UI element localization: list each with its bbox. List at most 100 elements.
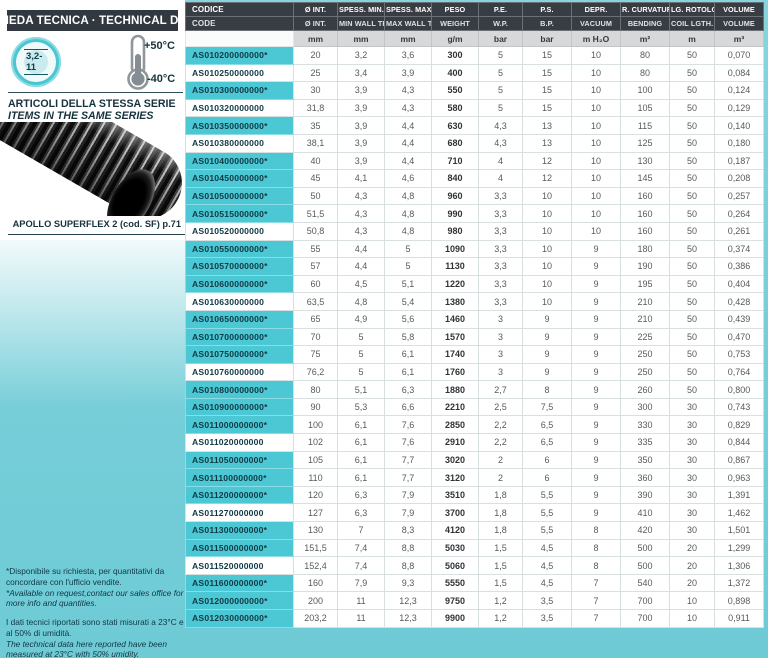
column-header-en: MAX WALL TH.	[384, 16, 432, 31]
value-cell: 250	[620, 362, 670, 382]
code-cell: AS010200000000*	[185, 46, 294, 65]
value-cell: 50	[669, 239, 715, 259]
unit-cell: bar	[478, 30, 523, 47]
code-cell: AS011500000000*	[185, 538, 294, 558]
header-row-it: CODICE Ø INT. SPESS. MIN. SPESS. MAX. PESO P.…	[185, 2, 764, 17]
value-cell: 1090	[431, 239, 479, 259]
hose-photo	[0, 122, 182, 216]
column-header-en: WEIGHT	[431, 16, 479, 31]
code-cell: AS011520000000	[185, 556, 294, 575]
value-cell: 210	[620, 309, 670, 329]
column-header-en: COIL LGTH.	[669, 16, 715, 31]
table-row: AS010600000000* 60 4,5 5,1 1220 3,3 10 9 195 50 0,…	[185, 274, 764, 294]
value-cell: 700	[620, 591, 670, 610]
column-header-en: CODE	[185, 16, 294, 31]
value-cell: 50	[669, 116, 715, 135]
value-cell: 1760	[431, 362, 479, 382]
value-cell: 10	[571, 81, 621, 100]
divider	[8, 92, 183, 93]
value-cell: 127	[293, 503, 338, 523]
value-cell: 9	[522, 362, 572, 382]
value-cell: 80	[293, 380, 338, 399]
code-cell: AS011270000000	[185, 503, 294, 523]
value-cell: 195	[620, 274, 670, 294]
value-cell: 5	[384, 257, 432, 276]
table-row: AS011500000000* 151,5 7,4 8,8 5030 1,5 4,5 8 500…	[185, 538, 764, 558]
value-cell: 260	[620, 380, 670, 399]
unit-cell: g/m	[431, 30, 479, 47]
value-cell: 3,2	[337, 46, 385, 65]
value-cell: 6,6	[384, 397, 432, 417]
value-cell: 8,3	[384, 521, 432, 540]
value-cell: 1380	[431, 292, 479, 311]
value-cell: 30	[669, 450, 715, 470]
column-header-it: VOLUME	[714, 2, 764, 17]
code-cell: AS010300000000*	[185, 81, 294, 100]
value-cell: 9	[571, 485, 621, 505]
column-header-it: Ø INT.	[293, 2, 338, 17]
table-row: AS010450000000* 45 4,1 4,6 840 4 12 10 145 50 0,20…	[185, 169, 764, 188]
value-cell: 980	[431, 221, 479, 241]
value-cell: 9	[571, 327, 621, 347]
table-row: AS010400000000* 40 3,9 4,4 710 4 12 10 130 50 0,18…	[185, 151, 764, 171]
value-cell: 160	[620, 186, 670, 206]
value-cell: 160	[293, 573, 338, 593]
value-cell: 500	[620, 538, 670, 558]
value-cell: 190	[620, 257, 670, 276]
value-cell: 30	[669, 503, 715, 523]
value-cell: 3	[478, 362, 523, 382]
value-cell: 5030	[431, 538, 479, 558]
value-cell: 30	[669, 485, 715, 505]
table-row: AS010250000000 25 3,4 3,9 400 5 15 10 80 50 0,084	[185, 63, 764, 83]
value-cell: 12,3	[384, 609, 432, 628]
value-cell: 3,5	[522, 609, 572, 628]
value-cell: 1570	[431, 327, 479, 347]
value-cell: 110	[293, 468, 338, 487]
value-cell: 9	[571, 239, 621, 259]
value-cell: 4,3	[384, 98, 432, 118]
value-cell: 0,470	[714, 327, 764, 347]
column-header-en: Ø INT.	[293, 16, 338, 31]
value-cell: 3,6	[384, 46, 432, 65]
header-row-en: CODEØ INT.MIN WALL TH.MAX WALL TH.WEIGHT…	[185, 16, 764, 31]
value-cell: 6,1	[384, 362, 432, 382]
value-cell: 100	[293, 415, 338, 435]
value-cell: 50	[669, 362, 715, 382]
value-cell: 160	[620, 204, 670, 223]
value-cell: 7	[571, 609, 621, 628]
footnote-available-it: *Disponibile su richiesta, per quantitat…	[6, 566, 165, 587]
value-cell: 105	[620, 98, 670, 118]
table-row: AS010520000000 50,8 4,3 4,8 980 3,3 10 10 160 50 0…	[185, 221, 764, 241]
value-cell: 9	[571, 257, 621, 276]
footnotes: *Disponibile su richiesta, per quantitat…	[6, 566, 184, 658]
value-cell: 31,8	[293, 98, 338, 118]
value-cell: 50	[293, 186, 338, 206]
value-cell: 6,3	[337, 503, 385, 523]
value-cell: 5	[337, 327, 385, 347]
code-cell: AS011020000000	[185, 433, 294, 452]
value-cell: 9	[571, 397, 621, 417]
value-cell: 0,867	[714, 450, 764, 470]
value-cell: 4,4	[384, 151, 432, 171]
table-row: AS010380000000 38,1 3,9 4,4 680 4,3 13 10 125 50 0…	[185, 133, 764, 153]
value-cell: 4,3	[337, 204, 385, 223]
panel-fade	[0, 240, 185, 410]
table-row: AS011520000000 152,4 7,4 8,8 5060 1,5 4,5 8 500 2…	[185, 556, 764, 575]
value-cell: 5	[478, 46, 523, 65]
column-header-it: DEPR.	[571, 2, 621, 17]
value-cell: 840	[431, 169, 479, 188]
value-cell: 1220	[431, 274, 479, 294]
table-body: AS010200000000* 20 3,2 3,6 300 5 15 10 80 50 0,070…	[185, 46, 764, 628]
table-row: AS010200000000* 20 3,2 3,6 300 5 15 10 80 50 0,070	[185, 46, 764, 65]
divider	[8, 234, 185, 235]
code-cell: AS010800000000*	[185, 380, 294, 399]
column-header-it: R. CURVATURA	[620, 2, 670, 17]
value-cell: 0,439	[714, 309, 764, 329]
value-cell: 12	[522, 151, 572, 171]
value-cell: 1,8	[478, 485, 523, 505]
value-cell: 2850	[431, 415, 479, 435]
badge-inner: 3,2-11	[24, 49, 48, 75]
unit-cell: m³	[714, 30, 764, 47]
value-cell: 4,8	[384, 204, 432, 223]
photo-caption: APOLLO SUPERFLEX 2 (cod. SF) p.71	[12, 219, 181, 229]
